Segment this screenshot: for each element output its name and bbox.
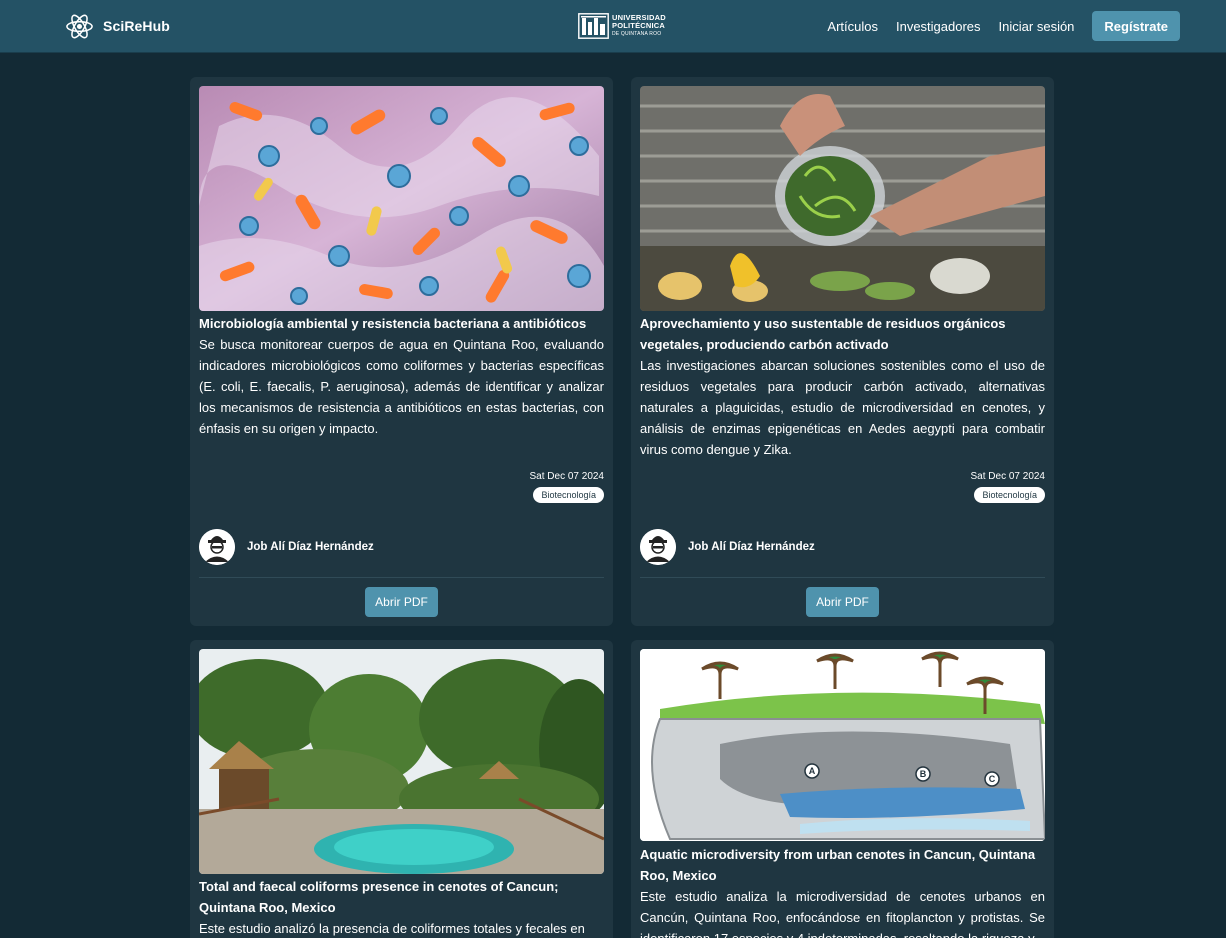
- compost-image: [640, 86, 1045, 311]
- university-logo: UNIVERSIDAD POLITÉCNICA DE QUINTANA ROO: [578, 13, 666, 39]
- article-card: Aprovechamiento y uso sustentable de res…: [631, 77, 1054, 626]
- author-avatar: [640, 529, 676, 565]
- nav-link-articulos[interactable]: Artículos: [827, 19, 878, 34]
- diagram-label-b: B: [920, 769, 927, 779]
- author-avatar: [199, 529, 235, 565]
- detective-avatar-icon: [199, 529, 235, 565]
- navbar: SciReHub UNIVERSIDAD POLITÉCNICA DE QUIN…: [0, 0, 1226, 53]
- diagram-label-c: C: [989, 774, 996, 784]
- university-building-icon: [578, 13, 609, 39]
- card-description: Se busca monitorear cuerpos de agua en Q…: [199, 337, 604, 436]
- brand-link[interactable]: SciReHub: [65, 10, 170, 42]
- university-line3: DE QUINTANA ROO: [612, 31, 662, 37]
- card-description: Este estudio analiza la microdiversidad …: [640, 889, 1045, 938]
- article-card: Microbiología ambiental y resistencia ba…: [190, 77, 613, 626]
- card-description: Este estudio analizó la presencia de col…: [199, 921, 585, 936]
- nav-links: Artículos Investigadores Iniciar sesión …: [827, 11, 1180, 41]
- diagram-label-a: A: [809, 766, 816, 776]
- author-name: Job Alí Díaz Hernández: [247, 541, 374, 553]
- category-badge: Biotecnología: [974, 487, 1045, 503]
- author-row[interactable]: Job Alí Díaz Hernández: [640, 519, 1045, 578]
- university-line2: POLITÉCNICA: [612, 21, 666, 30]
- card-description: Las investigaciones abarcan soluciones s…: [640, 358, 1045, 457]
- article-card: Total and faecal coliforms presence in c…: [190, 640, 613, 938]
- open-pdf-button[interactable]: Abrir PDF: [365, 587, 438, 617]
- card-title[interactable]: Aprovechamiento y uso sustentable de res…: [640, 313, 1045, 355]
- card-date: Sat Dec 07 2024: [529, 471, 605, 482]
- card-title[interactable]: Microbiología ambiental y resistencia ba…: [199, 313, 604, 334]
- nav-link-iniciar-sesion[interactable]: Iniciar sesión: [999, 19, 1075, 34]
- brand-name: SciReHub: [103, 18, 170, 34]
- open-pdf-button[interactable]: Abrir PDF: [806, 587, 879, 617]
- bacteria-image: [199, 86, 604, 311]
- category-badge: Biotecnología: [533, 487, 604, 503]
- card-title[interactable]: Aquatic microdiversity from urban cenote…: [640, 844, 1045, 886]
- cenote-photo-image: [199, 649, 604, 874]
- author-row[interactable]: Job Alí Díaz Hernández: [199, 519, 604, 578]
- card-date: Sat Dec 07 2024: [970, 471, 1046, 482]
- nav-link-investigadores[interactable]: Investigadores: [896, 19, 981, 34]
- detective-avatar-icon: [640, 529, 676, 565]
- author-name: Job Alí Díaz Hernández: [688, 541, 815, 553]
- card-title[interactable]: Total and faecal coliforms presence in c…: [199, 876, 604, 918]
- register-button[interactable]: Regístrate: [1092, 11, 1180, 41]
- atom-logo-icon: [66, 14, 93, 38]
- cenote-diagram-image: A B C: [640, 649, 1045, 841]
- article-card: A B C Aquatic microdiversity from urban …: [631, 640, 1054, 938]
